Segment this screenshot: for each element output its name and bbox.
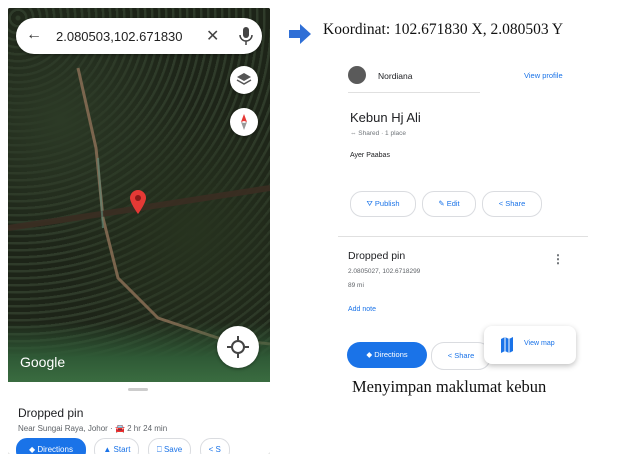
compass-button[interactable] bbox=[230, 108, 258, 136]
share-icon: < bbox=[498, 199, 504, 208]
layers-button[interactable] bbox=[230, 66, 258, 94]
my-location-icon bbox=[227, 336, 249, 358]
list-place: Ayer Paabas bbox=[350, 152, 390, 159]
list-share-button[interactable]: < Share bbox=[482, 191, 542, 217]
coordinate-label: Koordinat: 102.671830 X, 2.080503 Y bbox=[323, 21, 564, 38]
avatar[interactable] bbox=[348, 66, 366, 84]
share-label: S bbox=[215, 445, 221, 454]
saved-list-panel: Nordiana View profile Kebun Hj Ali ⇔ Sha… bbox=[338, 58, 590, 370]
panel-share-button[interactable]: < Share bbox=[431, 342, 491, 370]
directions-label: Directions bbox=[37, 445, 73, 454]
save-button[interactable]: ⎕ Save bbox=[147, 438, 192, 454]
google-logo: Google bbox=[20, 354, 66, 370]
filter-icon: ⛛ bbox=[366, 199, 373, 208]
start-button[interactable]: ▲ Start bbox=[94, 438, 140, 454]
list-meta: ⇔ Shared · 1 place bbox=[350, 130, 407, 137]
directions-button[interactable]: ◆ Directions bbox=[16, 438, 86, 454]
list-share-label: Share bbox=[505, 199, 526, 208]
directions-icon: ◆ bbox=[366, 350, 373, 359]
map-pin-icon[interactable] bbox=[129, 189, 147, 215]
view-map-button[interactable]: View map bbox=[484, 326, 576, 364]
start-label: Start bbox=[113, 445, 131, 454]
sheet-actions: ◆ Directions ▲ Start ⎕ Save < S bbox=[16, 438, 234, 454]
satellite-map[interactable]: ← 2.080503,102.671830 ✕ Google bbox=[8, 8, 270, 382]
pencil-icon: ✎ bbox=[438, 199, 445, 208]
map-icon bbox=[501, 337, 513, 353]
edit-label: Edit bbox=[446, 199, 460, 208]
back-arrow-icon[interactable]: ← bbox=[26, 26, 42, 44]
search-bar[interactable]: ← 2.080503,102.671830 ✕ bbox=[16, 18, 262, 54]
panel-share-label: Share bbox=[454, 351, 475, 360]
sheet-title: Dropped pin bbox=[18, 406, 84, 420]
search-input[interactable]: 2.080503,102.671830 bbox=[56, 29, 183, 44]
list-title: Kebun Hj Ali bbox=[350, 110, 421, 125]
right-arrow-icon bbox=[289, 24, 311, 44]
publish-button[interactable]: ⛛ Publish bbox=[350, 191, 416, 217]
panel-directions-button[interactable]: ◆ Directions bbox=[347, 342, 427, 368]
edit-button[interactable]: ✎ Edit bbox=[422, 191, 476, 217]
add-note-link[interactable]: Add note bbox=[348, 306, 376, 313]
sheet-subtitle: Near Sungai Raya, Johor · 🚘 2 hr 24 min bbox=[18, 424, 168, 433]
pin-distance: 89 mi bbox=[348, 282, 364, 289]
panel-share-icon: < bbox=[447, 351, 453, 360]
sheet-handle[interactable] bbox=[128, 388, 148, 391]
my-location-button[interactable] bbox=[217, 326, 259, 368]
layers-icon bbox=[236, 73, 252, 85]
pin-title: Dropped pin bbox=[348, 250, 406, 262]
more-options-icon[interactable]: ⋮ bbox=[552, 252, 564, 266]
user-name: Nordiana bbox=[378, 71, 413, 81]
share-button[interactable]: < S bbox=[199, 438, 230, 454]
phone-screenshot: ← 2.080503,102.671830 ✕ Google Dropped p… bbox=[8, 8, 270, 454]
microphone-icon[interactable] bbox=[238, 26, 254, 46]
view-map-label: View map bbox=[524, 340, 555, 347]
caption: Menyimpan maklumat kebun bbox=[352, 377, 547, 396]
save-label: Save bbox=[163, 445, 183, 454]
bottom-sheet[interactable]: Dropped pin Near Sungai Raya, Johor · 🚘 … bbox=[8, 382, 270, 454]
compass-icon bbox=[241, 114, 247, 130]
section-divider bbox=[338, 236, 588, 237]
publish-label: Publish bbox=[374, 199, 400, 208]
view-profile-link[interactable]: View profile bbox=[524, 71, 563, 80]
clear-icon[interactable]: ✕ bbox=[206, 26, 219, 46]
pin-coordinates: 2.0805027, 102.6718299 bbox=[348, 268, 421, 275]
divider bbox=[348, 92, 480, 93]
panel-directions-label: Directions bbox=[374, 350, 408, 359]
